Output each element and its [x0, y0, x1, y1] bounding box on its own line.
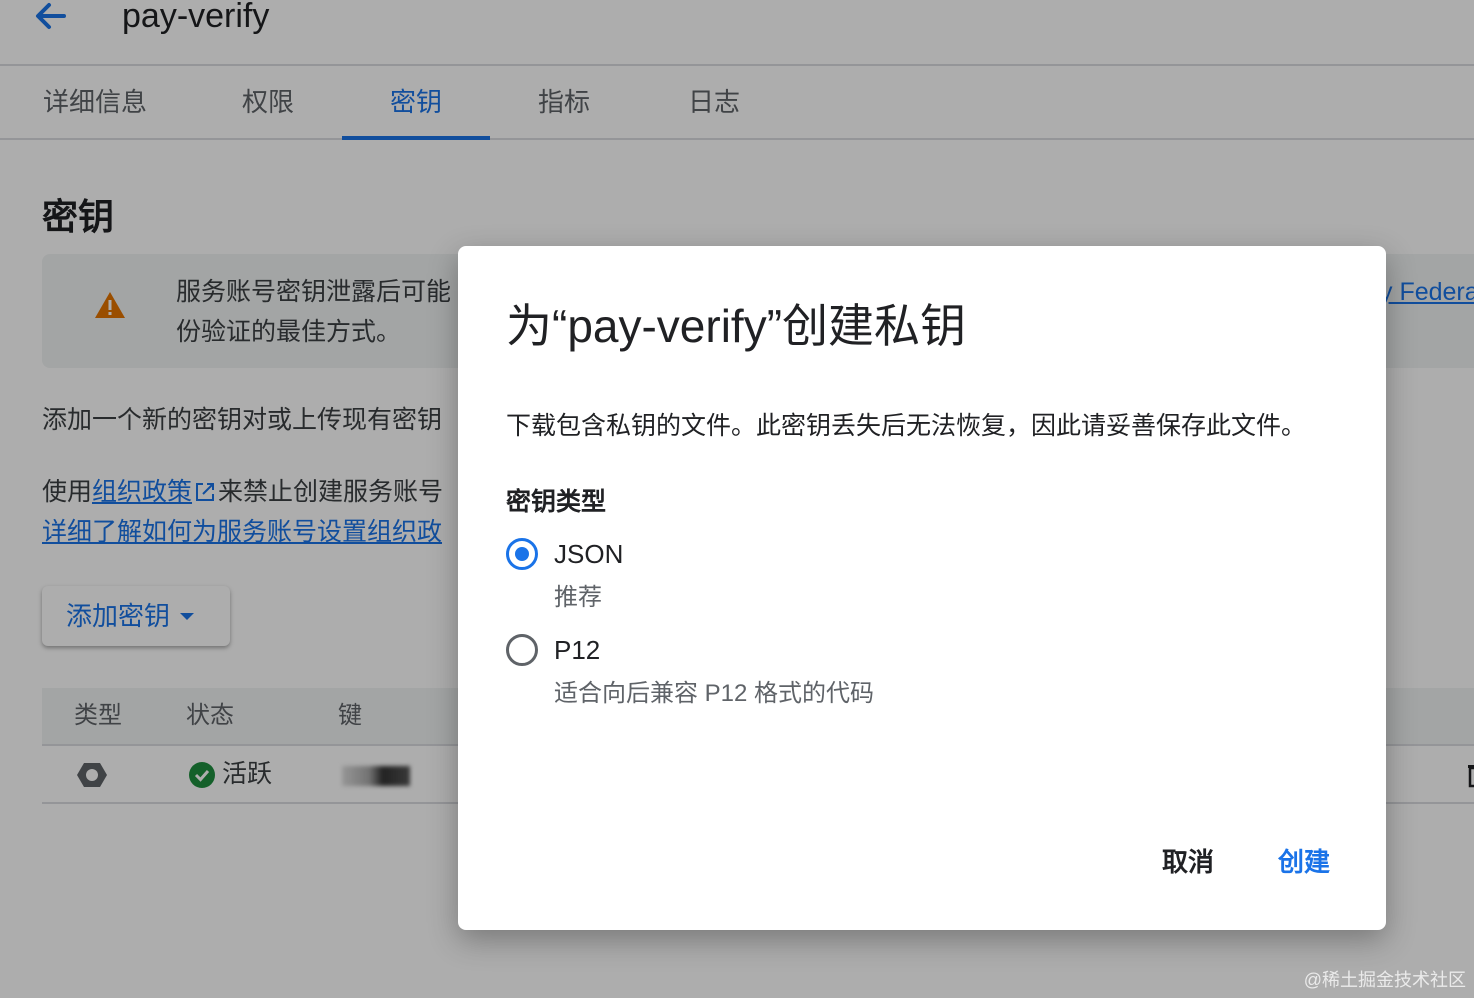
radio-p12-hint: 适合向后兼容 P12 格式的代码 — [554, 680, 875, 707]
radio-json-label[interactable]: JSON — [554, 534, 623, 574]
key-type-label: 密钥类型 — [506, 488, 607, 516]
create-button[interactable]: 创建 — [1278, 842, 1330, 882]
radio-p12-label[interactable]: P12 — [554, 630, 600, 670]
cancel-button[interactable]: 取消 — [1162, 842, 1214, 882]
radio-json[interactable] — [506, 538, 538, 570]
create-private-key-dialog: 为“pay-verify”创建私钥 下载包含私钥的文件。此密钥丢失后无法恢复，因… — [458, 246, 1386, 930]
dialog-title: 为“pay-verify”创建私钥 — [506, 300, 967, 352]
watermark: @稀土掘金技术社区 — [1303, 970, 1466, 990]
radio-json-hint: 推荐 — [554, 584, 602, 611]
radio-p12[interactable] — [506, 634, 538, 666]
dialog-description: 下载包含私钥的文件。此密钥丢失后无法恢复，因此请妥善保存此文件。 — [506, 412, 1307, 440]
